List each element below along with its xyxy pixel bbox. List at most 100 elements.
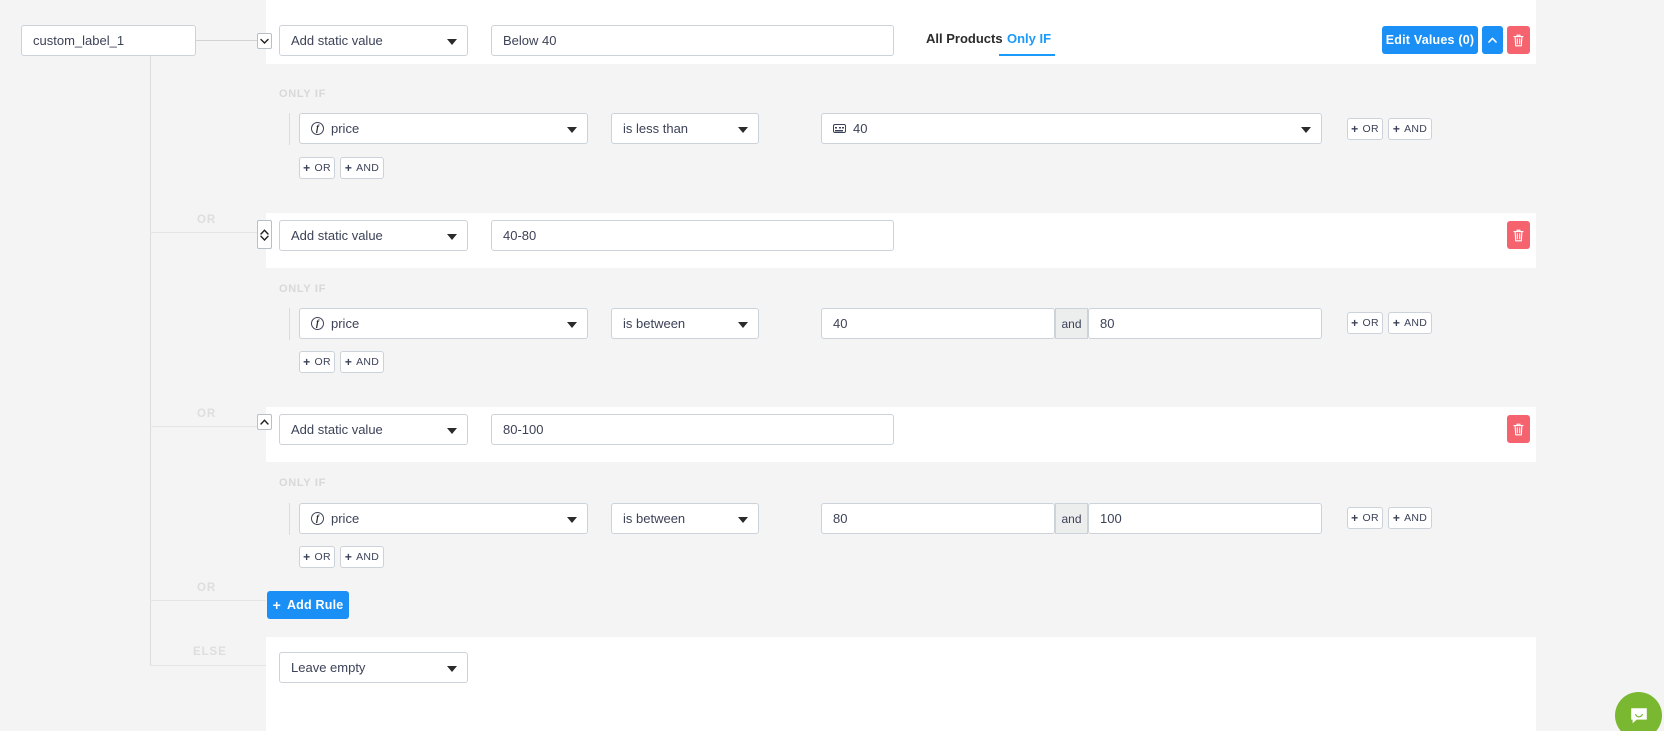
- rule-3-add-or-button[interactable]: + OR: [1347, 507, 1383, 529]
- connector-line-horizontal: [196, 40, 258, 41]
- circled-f-icon: f: [311, 317, 324, 330]
- label-name-value: custom_label_1: [33, 33, 124, 48]
- chat-bubble-icon: [1629, 706, 1649, 726]
- plus-icon: +: [345, 356, 352, 368]
- collapse-rules-button[interactable]: [1482, 26, 1503, 54]
- label-name-input[interactable]: custom_label_1: [21, 25, 196, 56]
- rule-3-footer-or-label: OR: [314, 551, 330, 563]
- circled-f-icon: f: [311, 122, 324, 135]
- rule-2-value-to-input[interactable]: 80: [1088, 308, 1322, 339]
- chevron-down-icon: [738, 517, 748, 523]
- plus-icon: +: [1351, 123, 1358, 135]
- rail-divider-1: [150, 232, 266, 233]
- rule-2-field-label: price: [331, 316, 359, 331]
- chevron-up-icon[interactable]: [260, 419, 269, 425]
- rule-3-value-to: 100: [1100, 511, 1122, 526]
- rule-2-operator-select[interactable]: is between: [611, 308, 759, 339]
- delete-label-button[interactable]: [1507, 26, 1530, 54]
- rule-2-value-from-input[interactable]: 40: [821, 308, 1055, 339]
- rule-3-footer-or-button[interactable]: + OR: [299, 546, 335, 568]
- rule-1-footer-or-label: OR: [314, 162, 330, 174]
- rule-1-action-select[interactable]: Add static value: [279, 25, 468, 56]
- plus-icon: +: [1393, 123, 1400, 135]
- rule-2-action-label: Add static value: [291, 228, 383, 243]
- rule-1-add-and-label: AND: [1404, 123, 1427, 135]
- rule-1-footer-or-button[interactable]: + OR: [299, 157, 335, 179]
- rule-3-delete-button[interactable]: [1507, 415, 1530, 443]
- rule-3-condition-tick: [289, 503, 290, 535]
- rail-divider-4: [150, 665, 266, 666]
- plus-icon: +: [273, 597, 281, 613]
- rail-or-label-3: OR: [197, 582, 216, 594]
- rule-2-footer-or-label: OR: [314, 356, 330, 368]
- rule-1-field-select[interactable]: f price: [299, 113, 588, 144]
- rule-1-value-text: Below 40: [503, 33, 556, 48]
- rule-3-footer-and-label: AND: [356, 551, 379, 563]
- rule-2-footer-or-button[interactable]: + OR: [299, 351, 335, 373]
- trash-icon: [1513, 229, 1524, 242]
- rule-2-delete-button[interactable]: [1507, 221, 1530, 249]
- plus-icon: +: [345, 162, 352, 174]
- rule-1-only-if-label: ONLY IF: [279, 88, 326, 100]
- rule-2-operator-label: is between: [623, 316, 685, 331]
- rule-1-add-or-button[interactable]: + OR: [1347, 118, 1383, 140]
- rule-2-value-to: 80: [1100, 316, 1114, 331]
- rule-3-operator-select[interactable]: is between: [611, 503, 759, 534]
- rule-3-add-or-label: OR: [1362, 512, 1378, 524]
- rule-2-value-input[interactable]: 40-80: [491, 220, 894, 251]
- rule-2-field-select[interactable]: f price: [299, 308, 588, 339]
- chevron-down-icon: [260, 38, 269, 45]
- chevron-down-icon: [567, 127, 577, 133]
- add-rule-button[interactable]: + Add Rule: [267, 591, 349, 619]
- rule-3-only-if-label: ONLY IF: [279, 477, 326, 489]
- chat-widget-button[interactable]: [1615, 692, 1662, 731]
- trash-icon: [1513, 34, 1524, 47]
- rule-3-value-text: 80-100: [503, 422, 543, 437]
- chevron-down-icon[interactable]: [260, 235, 269, 241]
- rule-3-value-from-input[interactable]: 80: [821, 503, 1055, 534]
- rail-or-label-1: OR: [197, 214, 216, 226]
- rule-1-field-label: price: [331, 121, 359, 136]
- tab-all-products[interactable]: All Products: [926, 31, 1003, 46]
- chevron-up-icon: [1488, 37, 1497, 43]
- rule-1-condition-value-select[interactable]: 40: [821, 113, 1322, 144]
- chevron-down-icon: [738, 127, 748, 133]
- rule-3-value-input[interactable]: 80-100: [491, 414, 894, 445]
- tab-only-if[interactable]: Only IF: [1007, 31, 1051, 46]
- rule-2-footer-and-button[interactable]: + AND: [340, 351, 384, 373]
- rule-1-add-and-button[interactable]: + AND: [1388, 118, 1432, 140]
- rule-2-value-from: 40: [833, 316, 847, 331]
- rule-1-operator-select[interactable]: is less than: [611, 113, 759, 144]
- edit-values-label: Edit Values (0): [1386, 33, 1474, 47]
- rule-2-and-separator: and: [1055, 308, 1088, 339]
- rule-2-add-and-button[interactable]: + AND: [1388, 312, 1432, 334]
- rule-1-footer-and-label: AND: [356, 162, 379, 174]
- rule-3-action-select[interactable]: Add static value: [279, 414, 468, 445]
- rule-1-value-input[interactable]: Below 40: [491, 25, 894, 56]
- rule-2-only-if-label: ONLY IF: [279, 283, 326, 295]
- rule-3-value-to-input[interactable]: 100: [1088, 503, 1322, 534]
- rule-2-footer-and-label: AND: [356, 356, 379, 368]
- plus-icon: +: [303, 551, 310, 563]
- rail-else-label: ELSE: [193, 646, 227, 658]
- rail-or-label-2: OR: [197, 408, 216, 420]
- rule-2-value-text: 40-80: [503, 228, 536, 243]
- rail-divider-2: [150, 426, 266, 427]
- rule-1-footer-and-button[interactable]: + AND: [340, 157, 384, 179]
- plus-icon: +: [345, 551, 352, 563]
- rule-collapse-toggle[interactable]: [257, 33, 272, 49]
- rule-2-action-select[interactable]: Add static value: [279, 220, 468, 251]
- rule-3-field-select[interactable]: f price: [299, 503, 588, 534]
- rule-3-add-and-button[interactable]: + AND: [1388, 507, 1432, 529]
- rule-2-reorder-control[interactable]: [257, 220, 272, 249]
- rail-divider-3: [150, 600, 266, 601]
- rule-1-action-label: Add static value: [291, 33, 383, 48]
- rule-2-add-or-button[interactable]: + OR: [1347, 312, 1383, 334]
- rule-2-condition-tick: [289, 308, 290, 340]
- rule-3-reorder-control[interactable]: [257, 414, 272, 430]
- edit-values-button[interactable]: Edit Values (0): [1382, 26, 1478, 54]
- rule-3-add-and-label: AND: [1404, 512, 1427, 524]
- rule-3-footer-and-button[interactable]: + AND: [340, 546, 384, 568]
- tab-active-underline: [999, 54, 1055, 56]
- else-action-select[interactable]: Leave empty: [279, 652, 468, 683]
